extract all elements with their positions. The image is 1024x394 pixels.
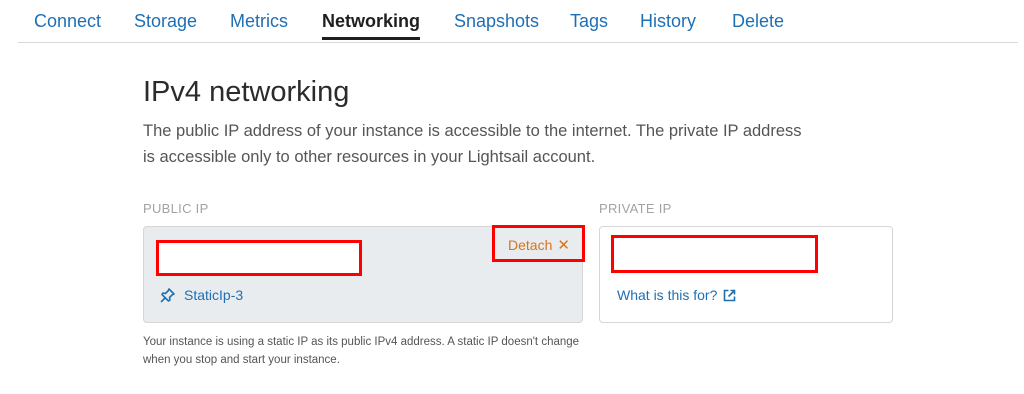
tab-connect[interactable]: Connect bbox=[34, 11, 101, 32]
private-ip-value-redaction bbox=[611, 235, 818, 273]
static-ip-footnote: Your instance is using a static IP as it… bbox=[143, 336, 580, 366]
section-title: IPv4 networking bbox=[143, 76, 350, 108]
detach-highlight: Detach ✕ bbox=[492, 225, 585, 262]
tab-storage[interactable]: Storage bbox=[134, 11, 197, 32]
tab-metrics[interactable]: Metrics bbox=[230, 11, 288, 32]
detach-button[interactable]: Detach ✕ bbox=[508, 236, 570, 254]
tab-bar: Connect Storage Metrics Networking Snaps… bbox=[18, 0, 1018, 43]
tab-delete[interactable]: Delete bbox=[732, 11, 784, 32]
what-is-this-link[interactable]: What is this for? bbox=[617, 287, 736, 303]
external-link-icon bbox=[724, 289, 736, 302]
tab-tags[interactable]: Tags bbox=[570, 11, 608, 32]
static-ip-link[interactable]: StaticIp-3 bbox=[160, 287, 243, 303]
tab-networking[interactable]: Networking bbox=[322, 11, 421, 40]
tab-snapshots[interactable]: Snapshots bbox=[454, 11, 539, 32]
static-ip-name: StaticIp-3 bbox=[184, 287, 244, 303]
private-ip-label: PRIVATE IP bbox=[599, 201, 672, 216]
pin-icon bbox=[160, 288, 175, 303]
detach-label: Detach bbox=[508, 237, 553, 253]
close-x-icon: ✕ bbox=[557, 237, 570, 254]
what-is-this-label: What is this for? bbox=[617, 287, 718, 303]
public-ip-value-redaction bbox=[156, 240, 362, 276]
tab-history[interactable]: History bbox=[640, 11, 696, 32]
section-description: The public IP address of your instance i… bbox=[143, 122, 802, 166]
public-ip-label: PUBLIC IP bbox=[143, 201, 209, 216]
